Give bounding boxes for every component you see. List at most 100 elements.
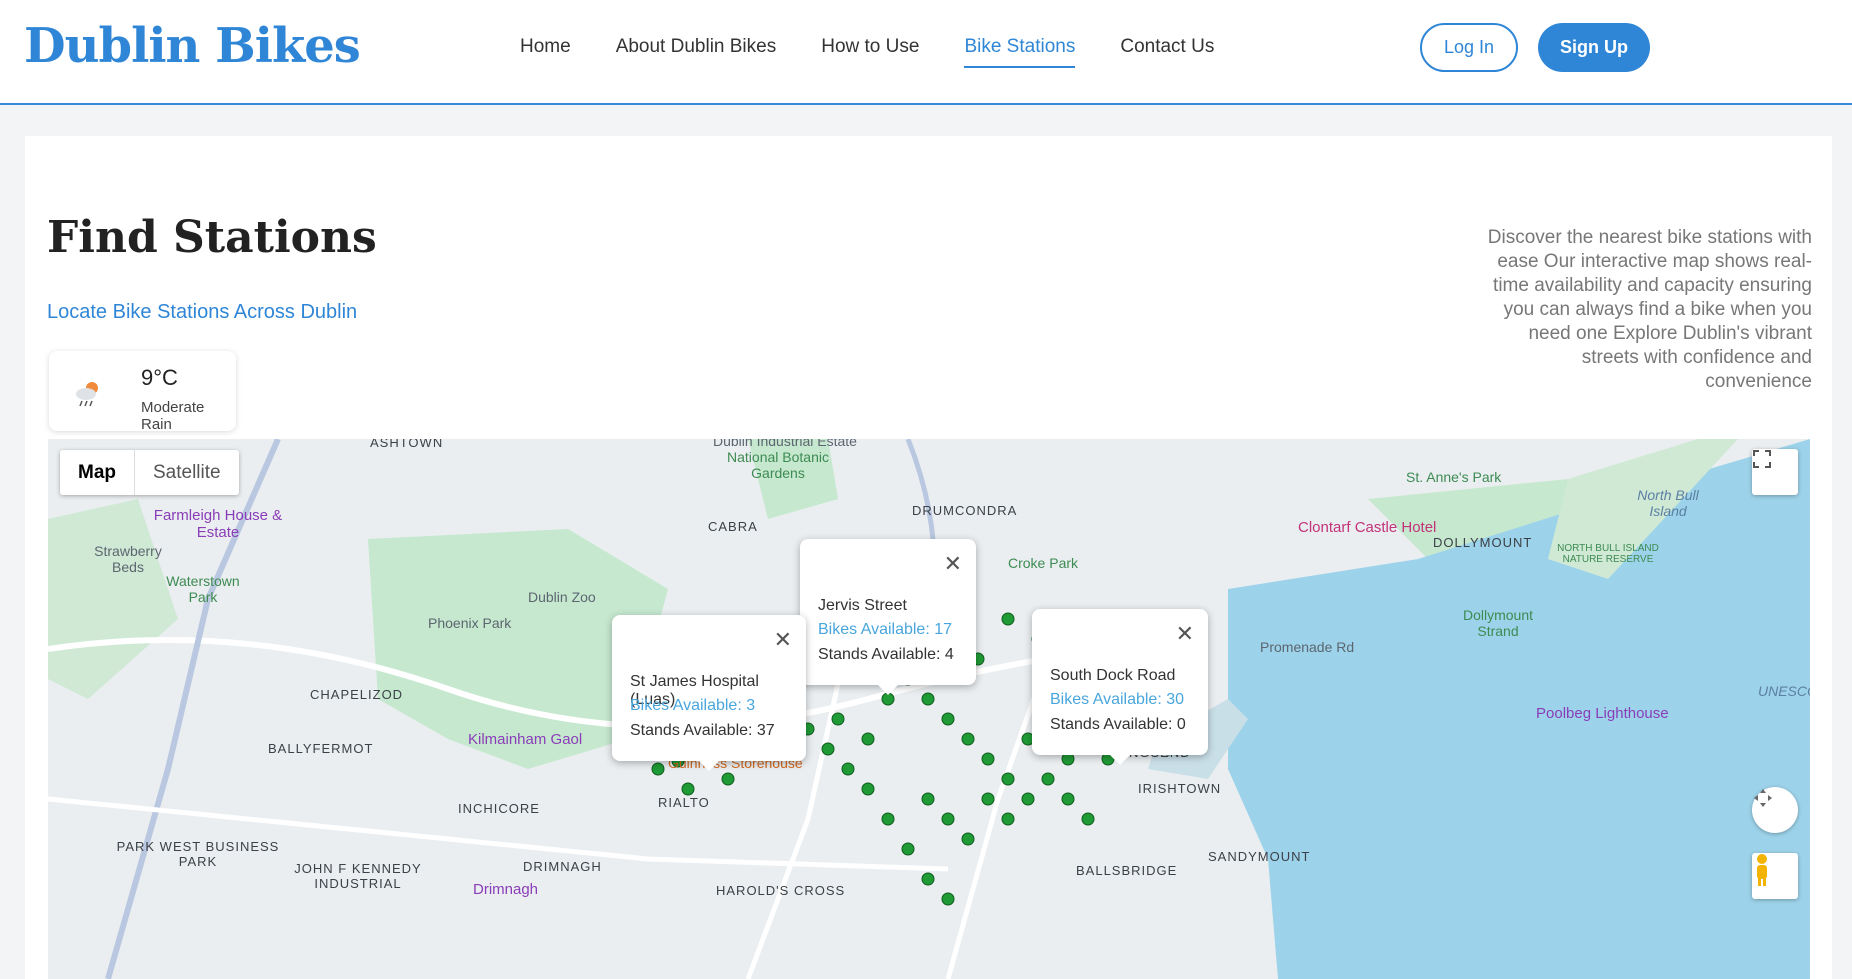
label-poolbeg-lighthouse: Poolbeg Lighthouse — [1536, 705, 1669, 722]
station-marker — [921, 692, 935, 706]
label-drimnagh-station: Drimnagh — [473, 881, 539, 898]
label-park-west: PARK WEST BUSINESS PARK — [116, 839, 280, 869]
station-marker — [921, 792, 935, 806]
site-header: Dublin Bikes Home About Dublin Bikes How… — [0, 0, 1852, 105]
close-icon[interactable]: ✕ — [774, 627, 792, 653]
popup-stands-available: Stands Available: 37 — [630, 722, 775, 739]
label-rialto: RIALTO — [658, 795, 710, 810]
camera-control-button[interactable] — [1752, 787, 1798, 833]
station-marker — [861, 732, 875, 746]
label-waterstown-park: Waterstown Park — [166, 573, 240, 605]
nav-bike-stations[interactable]: Bike Stations — [964, 36, 1076, 68]
page-subtitle: Locate Bike Stations Across Dublin — [47, 301, 358, 323]
station-marker — [1061, 792, 1075, 806]
popup-bikes-available: Bikes Available: 30 — [1050, 691, 1185, 708]
station-marker — [981, 792, 995, 806]
label-ballsbridge: BALLSBRIDGE — [1076, 863, 1178, 878]
label-drumcondra: DRUMCONDRA — [912, 503, 1018, 518]
station-marker — [961, 732, 975, 746]
label-sandymount: SANDYMOUNT — [1208, 849, 1311, 864]
weather-widget: 9°C Moderate Rain — [49, 351, 236, 433]
station-marker — [1081, 812, 1095, 826]
popup-bikes-available: Bikes Available: 17 — [818, 621, 953, 638]
map-type-satellite[interactable]: Satellite — [135, 450, 239, 495]
page-title: Find Stations — [47, 212, 377, 263]
station-marker — [901, 842, 915, 856]
weather-temperature: 9°C — [141, 365, 178, 390]
station-marker — [961, 832, 975, 846]
popup-bikes-available: Bikes Available: 3 — [630, 697, 756, 714]
nav-home[interactable]: Home — [520, 36, 571, 68]
label-croke-park: Croke Park — [1008, 555, 1079, 571]
pegman-icon — [1757, 854, 1767, 886]
station-marker — [651, 762, 665, 776]
label-botanic-gardens: National Botanic Gardens — [727, 449, 829, 481]
nav-how-to-use[interactable]: How to Use — [821, 36, 919, 68]
station-marker — [1001, 772, 1015, 786]
station-popup-jervis: ✕ Jervis Street Bikes Available: 17 Stan… — [800, 539, 976, 695]
label-jfk-industrial: JOHN F KENNEDY INDUSTRIAL — [294, 861, 422, 891]
station-marker — [681, 782, 695, 796]
station-popup-st-james: ✕ St James Hospital (Luas) Bikes Availab… — [612, 615, 806, 771]
label-inchicore: INCHICORE — [458, 801, 540, 816]
label-unesco: UNESCO — [1758, 683, 1810, 699]
station-marker — [821, 742, 835, 756]
label-kilmainham-gaol: Kilmainham Gaol — [468, 731, 583, 748]
popup-station-name: South Dock Road — [1050, 667, 1176, 684]
station-popup-south-dock: ✕ South Dock Road Bikes Available: 30 St… — [1032, 609, 1208, 765]
close-icon[interactable]: ✕ — [1176, 621, 1194, 647]
move-arrows-icon — [1754, 789, 1772, 807]
station-marker — [721, 772, 735, 786]
label-dollymount-strand: Dollymount Strand — [1462, 607, 1534, 639]
label-nature-reserve: NORTH BULL ISLAND NATURE RESERVE — [1557, 543, 1659, 565]
nav-about[interactable]: About Dublin Bikes — [616, 36, 777, 68]
station-marker — [1001, 812, 1015, 826]
station-marker — [831, 712, 845, 726]
label-drimnagh: DRIMNAGH — [523, 859, 602, 874]
popup-station-name: Jervis Street — [818, 597, 907, 614]
label-chapelizod: CHAPELIZOD — [310, 687, 404, 702]
popup-stands-available: Stands Available: 4 — [818, 646, 954, 663]
rain-cloud-icon — [76, 382, 98, 407]
label-promenade-rd: Promenade Rd — [1260, 639, 1355, 655]
fullscreen-icon — [1753, 450, 1771, 468]
station-marker — [1001, 612, 1015, 626]
label-irishtown: IRISHTOWN — [1138, 781, 1222, 796]
label-farmleigh: Farmleigh House & Estate — [153, 507, 283, 541]
weather-description: Moderate Rain — [141, 399, 205, 433]
label-north-bull-island: North Bull Island — [1637, 487, 1699, 519]
label-ashtown: ASHTOWN — [370, 439, 444, 450]
station-marker — [881, 812, 895, 826]
main-nav: Home About Dublin Bikes How to Use Bike … — [520, 36, 1259, 68]
station-marker — [941, 812, 955, 826]
station-marker — [861, 782, 875, 796]
station-marker — [841, 762, 855, 776]
station-marker — [941, 712, 955, 726]
login-button[interactable]: Log In — [1420, 23, 1518, 72]
label-ballyfermot: BALLYFERMOT — [268, 741, 374, 756]
popup-stands-available: Stands Available: 0 — [1050, 716, 1186, 733]
close-icon[interactable]: ✕ — [944, 551, 962, 577]
label-phoenix-park: Phoenix Park — [428, 615, 512, 631]
signup-button[interactable]: Sign Up — [1538, 23, 1650, 72]
label-strawberry-beds: Strawberry Beds — [94, 543, 162, 575]
label-clontarf-castle: Clontarf Castle Hotel — [1298, 519, 1437, 536]
stations-map[interactable]: ASHTOWN Dublin Industrial Estate Nationa… — [48, 439, 1810, 979]
label-industrial-estate: Dublin Industrial Estate — [713, 439, 857, 449]
street-view-button[interactable] — [1752, 853, 1798, 899]
label-cabra: CABRA — [708, 519, 758, 534]
map-type-toggle: Map Satellite — [60, 450, 239, 495]
station-marker — [1041, 772, 1055, 786]
station-marker — [981, 752, 995, 766]
station-marker — [921, 872, 935, 886]
label-dublin-zoo: Dublin Zoo — [528, 589, 596, 605]
station-marker — [1021, 792, 1035, 806]
fullscreen-button[interactable] — [1752, 449, 1798, 495]
station-marker — [941, 892, 955, 906]
map-type-map[interactable]: Map — [60, 450, 135, 495]
label-dollymount: DOLLYMOUNT — [1433, 535, 1533, 550]
intro-text: Discover the nearest bike stations with … — [1487, 227, 1812, 392]
label-st-annes-park: St. Anne's Park — [1406, 469, 1502, 485]
site-logo[interactable]: Dublin Bikes — [24, 18, 361, 74]
nav-contact[interactable]: Contact Us — [1120, 36, 1214, 68]
